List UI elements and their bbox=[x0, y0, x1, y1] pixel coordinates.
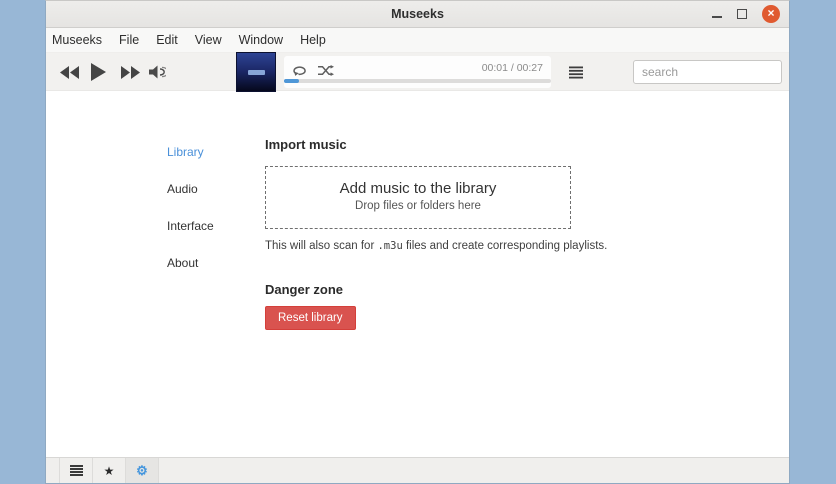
dropzone-title: Add music to the library bbox=[339, 180, 497, 197]
previous-track-icon bbox=[60, 66, 79, 79]
settings-nav-audio[interactable]: Audio bbox=[167, 182, 214, 196]
footer-toolbar: ★ ⚙ bbox=[46, 457, 789, 483]
volume-button[interactable] bbox=[149, 65, 169, 84]
menu-help[interactable]: Help bbox=[300, 33, 326, 47]
danger-zone-heading: Danger zone bbox=[265, 282, 344, 297]
library-list-icon bbox=[69, 465, 83, 476]
seek-bar[interactable] bbox=[284, 79, 551, 83]
queue-list-icon bbox=[569, 66, 583, 79]
menu-museeks[interactable]: Museeks bbox=[52, 33, 102, 47]
minimize-button[interactable] bbox=[712, 16, 722, 18]
repeat-icon bbox=[293, 66, 306, 76]
dropzone-subtitle: Drop files or folders here bbox=[355, 200, 481, 212]
settings-nav-about[interactable]: About bbox=[167, 256, 214, 270]
play-button[interactable] bbox=[90, 63, 106, 86]
music-dropzone[interactable]: Add music to the library Drop files or f… bbox=[265, 166, 571, 229]
gear-icon: ⚙ bbox=[136, 463, 148, 478]
window-title: Museeks bbox=[391, 7, 444, 21]
window-controls: × bbox=[712, 1, 780, 27]
search-input[interactable] bbox=[633, 60, 782, 84]
menu-file[interactable]: File bbox=[119, 33, 139, 47]
scan-note-filetype: .m3u bbox=[377, 240, 403, 252]
playback-time: 00:01 / 00:27 bbox=[481, 62, 543, 74]
settings-view-button[interactable]: ⚙ bbox=[125, 458, 159, 483]
reset-library-button[interactable]: Reset library bbox=[265, 306, 356, 330]
queue-button[interactable] bbox=[569, 66, 583, 84]
menu-view[interactable]: View bbox=[195, 33, 222, 47]
track-info-panel: 00:01 / 00:27 bbox=[284, 56, 551, 88]
settings-nav: Library Audio Interface About bbox=[167, 145, 214, 293]
scan-note-suffix: files and create corresponding playlists… bbox=[402, 240, 608, 252]
menubar: Museeks File Edit View Window Help bbox=[46, 28, 789, 53]
playlists-view-button[interactable]: ★ bbox=[92, 458, 126, 483]
album-art-label bbox=[247, 69, 265, 75]
museeks-window: Museeks × Museeks File Edit View Window … bbox=[45, 0, 790, 484]
settings-nav-library[interactable]: Library bbox=[167, 145, 214, 159]
shuffle-icon bbox=[318, 65, 334, 76]
play-icon bbox=[91, 63, 106, 81]
next-track-icon bbox=[121, 66, 140, 79]
close-button[interactable]: × bbox=[762, 5, 780, 23]
scan-note: This will also scan for .m3u files and c… bbox=[265, 240, 607, 252]
settings-nav-interface[interactable]: Interface bbox=[167, 219, 214, 233]
menu-window[interactable]: Window bbox=[239, 33, 283, 47]
import-music-heading: Import music bbox=[265, 137, 347, 152]
seek-bar-fill bbox=[284, 79, 299, 83]
previous-track-button[interactable] bbox=[60, 66, 80, 84]
menu-edit[interactable]: Edit bbox=[156, 33, 178, 47]
library-view-button[interactable] bbox=[59, 458, 93, 483]
album-art-thumbnail bbox=[236, 52, 276, 92]
next-track-button[interactable] bbox=[120, 66, 140, 84]
settings-page: Library Audio Interface About Import mus… bbox=[46, 91, 789, 457]
titlebar: Museeks × bbox=[46, 1, 789, 28]
maximize-button[interactable] bbox=[737, 9, 747, 19]
scan-note-prefix: This will also scan for bbox=[265, 240, 378, 252]
volume-icon bbox=[149, 65, 169, 79]
star-icon: ★ bbox=[103, 463, 115, 478]
player-toolbar: 00:01 / 00:27 bbox=[46, 52, 789, 92]
